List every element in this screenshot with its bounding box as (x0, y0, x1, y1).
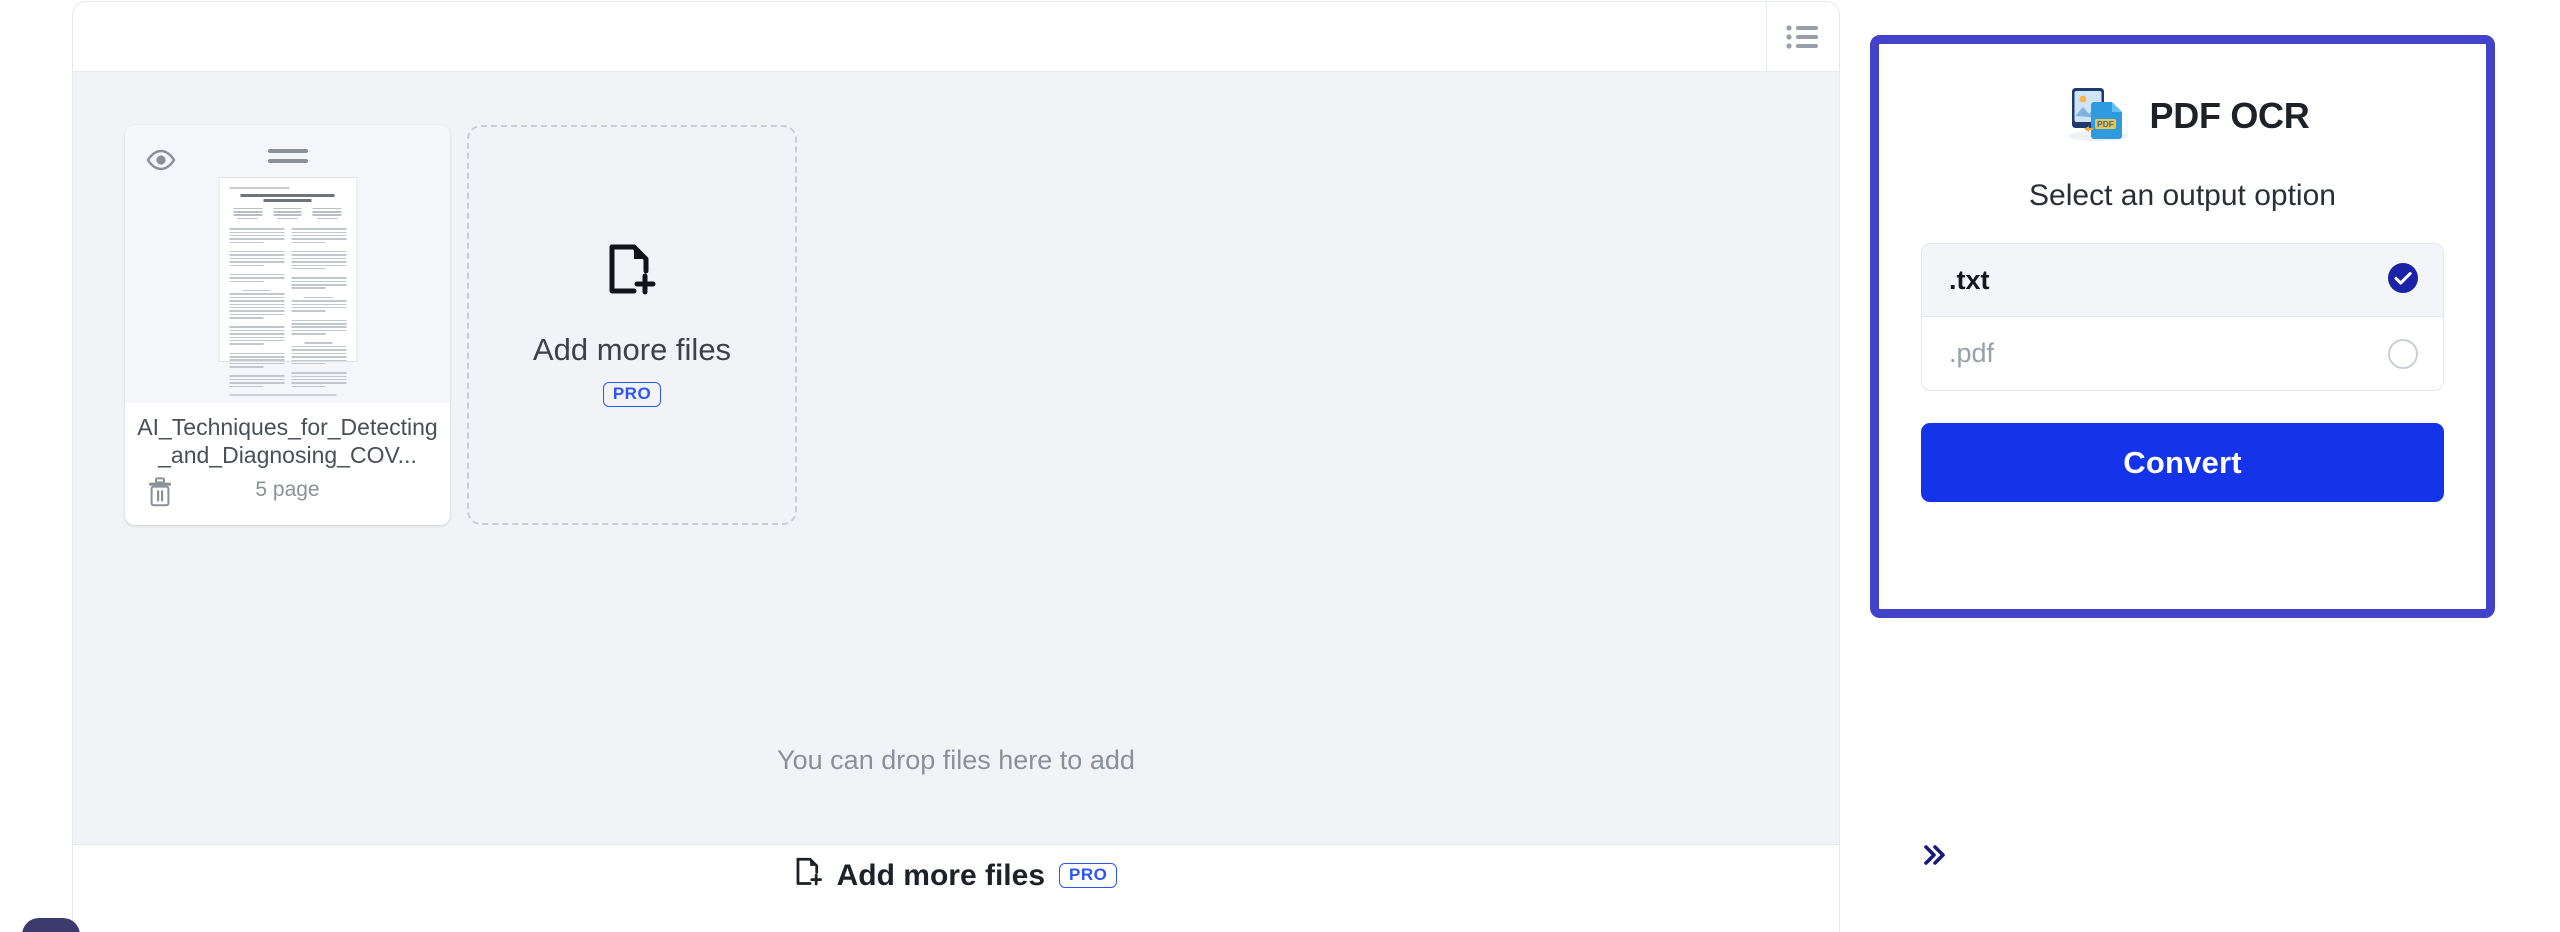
add-more-files-card[interactable]: Add more files PRO (467, 125, 797, 525)
bottom-bar: Add more files PRO (73, 844, 1839, 932)
tool-title: PDF OCR (2149, 94, 2310, 136)
add-more-files-button[interactable]: Add more files PRO (795, 857, 1118, 894)
drag-handle-line (267, 149, 308, 153)
radio-unchecked-icon (2388, 338, 2418, 369)
chevron-double-right-icon (1924, 845, 1945, 865)
svg-text:PDF: PDF (2097, 119, 2114, 129)
file-manager-panel: AI_Techniques_for_Detecting_and_Diagnosi… (72, 1, 1840, 932)
pro-badge: PRO (602, 382, 662, 407)
drag-handle-line (267, 159, 308, 163)
toolbar (73, 2, 1839, 72)
app-root: AI_Techniques_for_Detecting_and_Diagnosi… (0, 0, 2560, 932)
expand-panel-button[interactable] (1910, 832, 1956, 878)
corner-widget[interactable] (22, 918, 80, 932)
preview-file-button[interactable] (143, 142, 179, 178)
tool-subtitle: Select an output option (2029, 179, 2336, 212)
page-count: 5 page (255, 478, 320, 501)
list-view-button[interactable] (1767, 2, 1839, 71)
drop-hint-text: You can drop files here to add (777, 745, 1135, 775)
document-page-thumbnail (218, 177, 357, 396)
tool-options-inner: PDF PDF OCR Select an output option .txt (1879, 44, 2486, 502)
output-option-txt[interactable]: .txt (1922, 244, 2443, 317)
pdf-ocr-icon: PDF (2056, 82, 2134, 149)
convert-button[interactable]: Convert (1921, 423, 2444, 502)
tool-options-panel: PDF PDF OCR Select an output option .txt (1870, 35, 2495, 618)
file-card-list: AI_Techniques_for_Detecting_and_Diagnosi… (125, 125, 797, 525)
output-option-list: .txt .pdf (1921, 243, 2444, 391)
add-more-files-label: Add more files (836, 858, 1046, 892)
file-card[interactable]: AI_Techniques_for_Detecting_and_Diagnosi… (125, 125, 450, 525)
output-option-label: .pdf (1949, 338, 1995, 368)
file-plus-icon (607, 243, 657, 306)
eye-icon (146, 149, 176, 171)
check-circle-icon (2388, 262, 2418, 298)
file-name: AI_Techniques_for_Detecting_and_Diagnosi… (137, 414, 438, 468)
list-view-icon (1786, 24, 1818, 49)
output-option-pdf[interactable]: .pdf (1922, 317, 2443, 390)
add-more-files-label: Add more files (532, 332, 732, 367)
pro-badge: PRO (1059, 863, 1118, 888)
file-thumbnail-area (125, 125, 450, 403)
drag-handle-icon[interactable] (267, 145, 308, 167)
tool-header: PDF PDF OCR (1921, 82, 2444, 149)
output-option-label: .txt (1949, 264, 1990, 295)
drop-zone[interactable]: AI_Techniques_for_Detecting_and_Diagnosi… (73, 72, 1839, 844)
file-card-footer: 5 page (125, 475, 450, 509)
file-plus-icon (795, 857, 823, 894)
